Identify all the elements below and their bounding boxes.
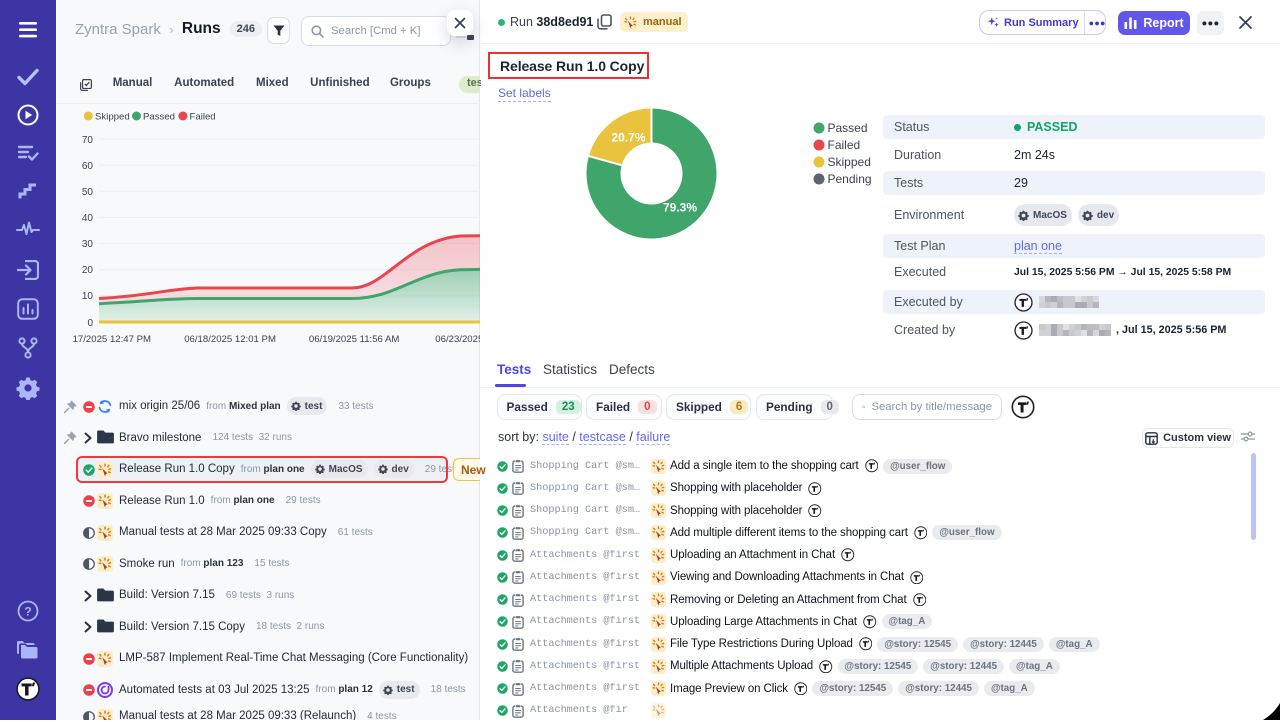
svg-text:Failed: Failed [828,138,861,152]
svg-text:20.7%: 20.7% [611,131,645,145]
svg-text:Skipped: Skipped [828,155,871,169]
svg-text:?: ? [24,605,31,619]
svg-text:Passed: Passed [828,121,868,135]
svg-text:Pending: Pending [828,172,872,186]
svg-text:79.3%: 79.3% [663,201,697,215]
